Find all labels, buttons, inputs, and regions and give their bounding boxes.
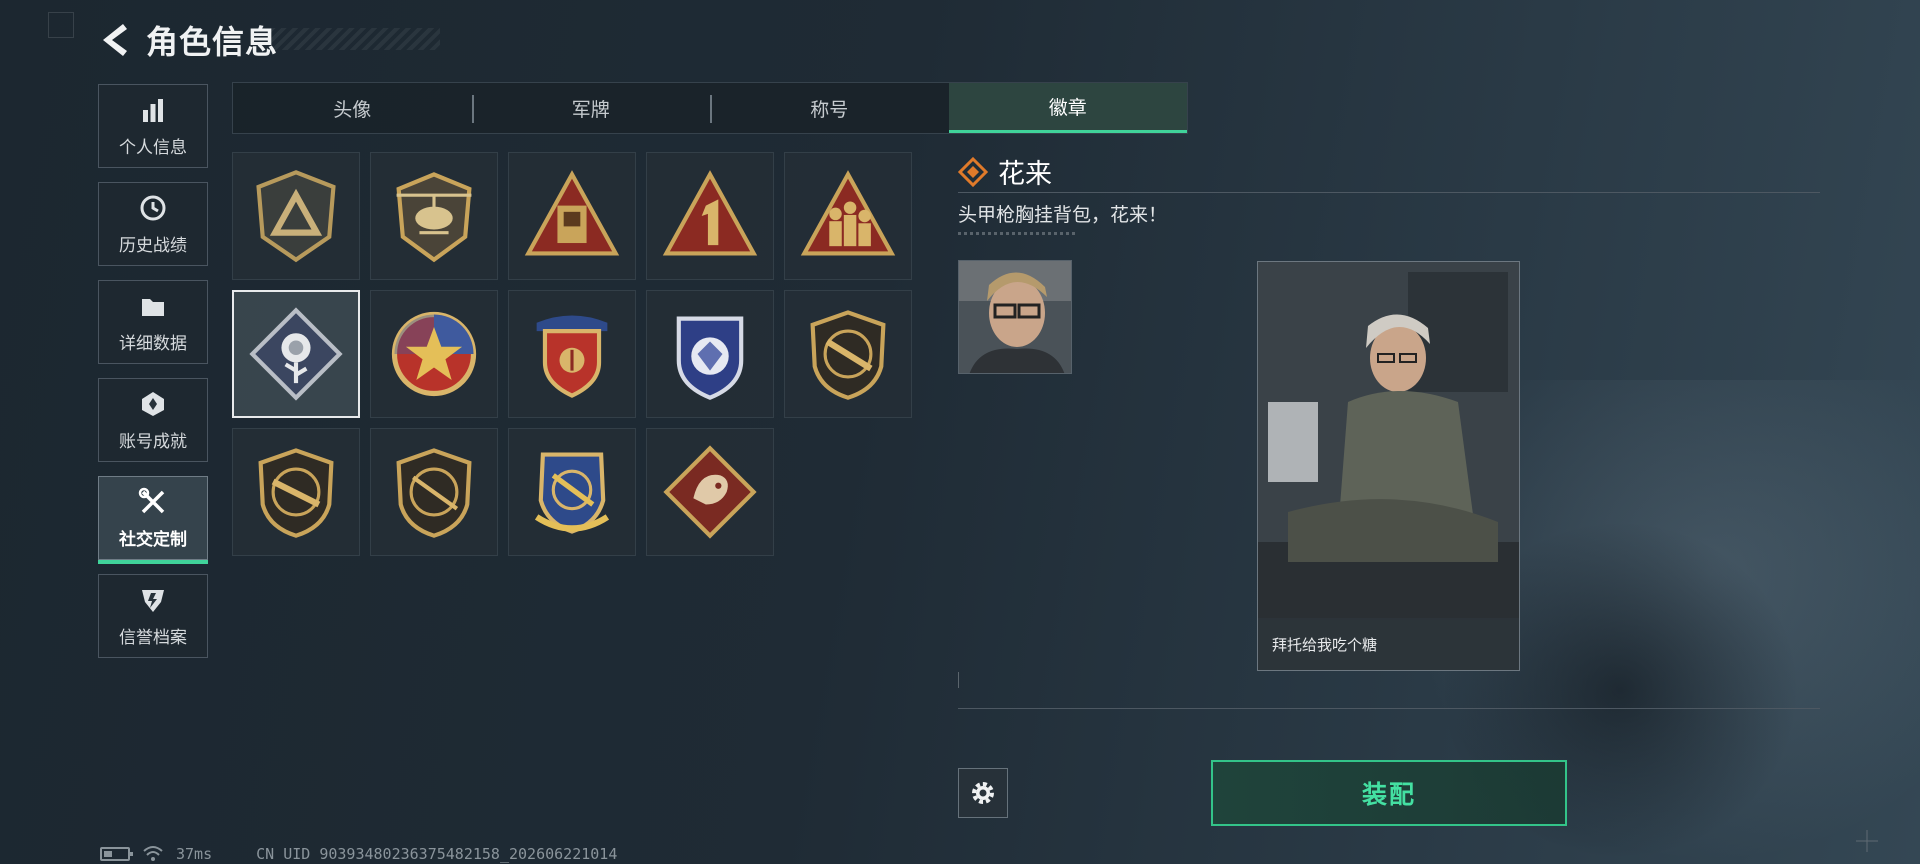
status-bar: 37ms CN UID 90393480236375482158_2026062…	[100, 844, 617, 864]
wifi-icon	[143, 846, 163, 861]
side-nav: 个人信息 历史战绩 详细数据 账号成就 社交定制 信誉档案	[98, 84, 208, 672]
nav-label: 账号成就	[119, 431, 187, 452]
nav-item-credit-record[interactable]: 信誉档案	[98, 574, 208, 658]
badge-cell[interactable]	[784, 152, 912, 280]
battery-icon	[100, 847, 133, 861]
tab-title[interactable]: 称号	[710, 83, 949, 133]
player-portrait-image	[959, 261, 1071, 373]
history-clock-icon	[138, 193, 168, 223]
badge-cell-selected[interactable]	[232, 290, 360, 418]
badge-cell[interactable]	[232, 428, 360, 556]
fuel-can-badge-icon	[524, 170, 620, 256]
rifle-badge-icon	[810, 310, 886, 400]
diamond-rank-icon	[958, 156, 988, 187]
nav-label: 详细数据	[119, 333, 187, 354]
tab-avatar[interactable]: 头像	[233, 83, 472, 133]
triangle-shield-badge-icon	[256, 170, 336, 263]
dragon-badge-icon	[663, 445, 757, 539]
badge-cell[interactable]	[370, 152, 498, 280]
nav-item-detailed-data[interactable]: 详细数据	[98, 280, 208, 364]
equip-button[interactable]: 装配	[1211, 760, 1567, 826]
badge-cell[interactable]	[508, 152, 636, 280]
divider	[958, 708, 1820, 709]
achievement-icon	[138, 389, 168, 419]
badge-cell[interactable]	[646, 428, 774, 556]
soldiers-badge-icon	[800, 170, 896, 256]
sniper-badge-icon	[396, 448, 472, 538]
badge-cell[interactable]	[370, 290, 498, 418]
badge-description: 头甲枪胸挂背包，花来！	[958, 204, 1168, 226]
badge-detail-header: 花来	[958, 152, 1052, 191]
ping-text: 37ms	[176, 845, 213, 863]
badge-cell[interactable]	[508, 290, 636, 418]
category-tabs: 头像 军牌 称号 徽章	[232, 82, 1188, 134]
character-card: 拜托给我吃个糖	[1257, 261, 1520, 671]
nav-label: 信誉档案	[119, 627, 187, 648]
player-avatar	[958, 260, 1072, 374]
badge-grid	[232, 152, 912, 556]
nav-label: 个人信息	[119, 137, 187, 158]
badge-cell[interactable]	[646, 290, 774, 418]
title-decoration	[270, 28, 440, 50]
badge-cell[interactable]	[508, 428, 636, 556]
bar-chart-icon	[138, 95, 168, 125]
header: 角色信息	[96, 16, 278, 64]
nav-item-social-custom[interactable]: 社交定制	[98, 476, 208, 564]
character-card-image	[1258, 262, 1519, 620]
folder-icon	[138, 291, 168, 321]
gear-icon	[972, 782, 994, 804]
tools-icon	[138, 487, 168, 517]
tab-dog-tag[interactable]: 军牌	[471, 83, 711, 133]
back-button[interactable]	[96, 20, 132, 60]
crosshair-icon	[1856, 830, 1878, 852]
number-one-badge-icon	[662, 170, 758, 256]
badge-cell[interactable]	[784, 290, 912, 418]
nav-item-history[interactable]: 历史战绩	[98, 182, 208, 266]
credit-shield-icon	[138, 585, 168, 615]
rifle-badge-icon	[258, 448, 334, 538]
divider-tick	[958, 672, 959, 688]
badge-name: 花来	[998, 159, 1052, 190]
badge-cell[interactable]	[646, 152, 774, 280]
blue-gem-badge-icon	[676, 316, 744, 400]
helicopter-badge-icon	[396, 172, 472, 263]
crossed-rifles-badge-icon	[534, 452, 610, 534]
divider	[958, 192, 1820, 193]
red-shield-badge-icon	[536, 315, 608, 398]
badge-cell[interactable]	[232, 152, 360, 280]
tab-badge[interactable]: 徽章	[948, 83, 1187, 133]
settings-button[interactable]	[958, 768, 1008, 818]
nav-item-personal-info[interactable]: 个人信息	[98, 84, 208, 168]
card-caption: 拜托给我吃个糖	[1258, 618, 1519, 670]
nav-label: 历史战绩	[119, 235, 187, 256]
corner-mark	[48, 12, 74, 38]
back-arrow-icon	[103, 24, 127, 56]
page-title: 角色信息	[146, 23, 279, 61]
star-wheel-badge-icon	[391, 311, 477, 397]
badge-cell[interactable]	[370, 428, 498, 556]
rose-badge-icon	[249, 307, 343, 401]
nav-item-achievements[interactable]: 账号成就	[98, 378, 208, 462]
uid-text: CN UID 90393480236375482158_202606221014	[256, 845, 618, 863]
nav-label: 社交定制	[119, 529, 187, 550]
description-underline	[958, 232, 1076, 235]
